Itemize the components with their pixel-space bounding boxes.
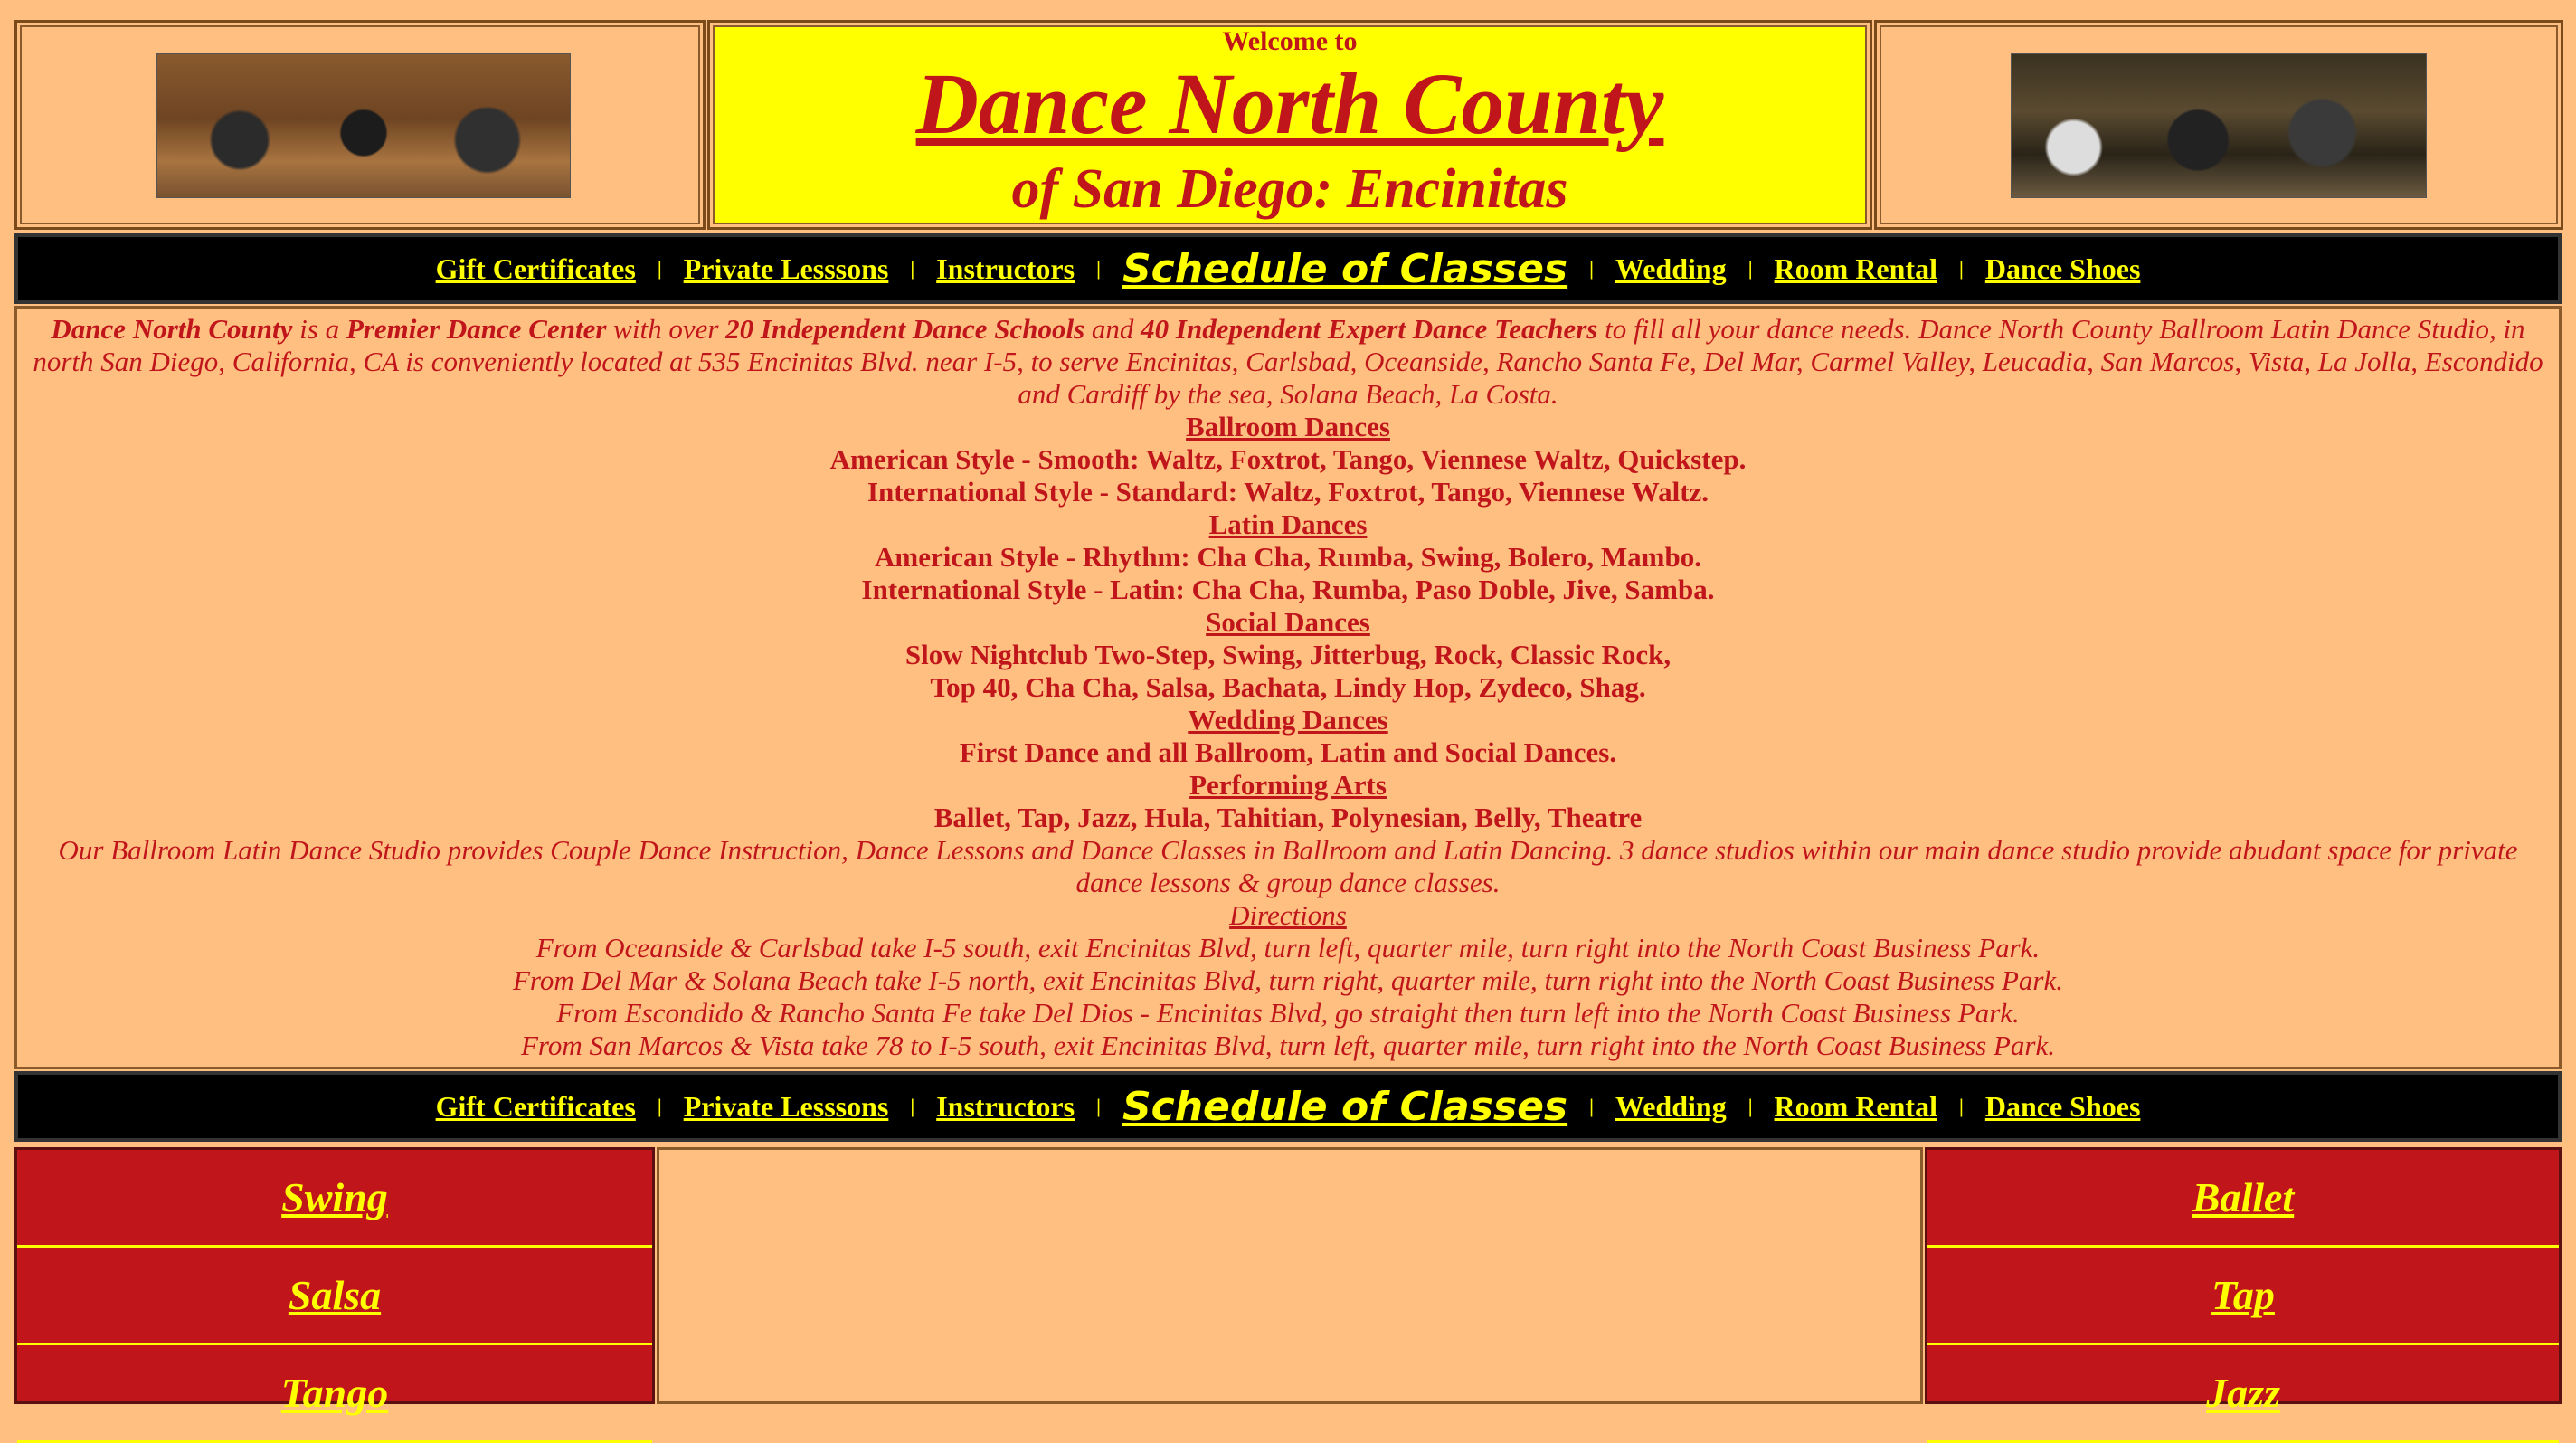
- nav-wedding[interactable]: Wedding: [1610, 252, 1732, 286]
- nav-room-rental[interactable]: Room Rental: [1769, 252, 1943, 286]
- group-photo-left: [156, 53, 571, 198]
- menu-link-tango[interactable]: Tango: [281, 1369, 388, 1417]
- nav-instructors[interactable]: Instructors: [931, 252, 1080, 286]
- nav-separator: |: [1958, 257, 1964, 280]
- menu-link-swing[interactable]: Swing: [281, 1173, 388, 1221]
- nav-schedule-of-classes[interactable]: Schedule of Classes: [1117, 1084, 1573, 1130]
- nav-separator: |: [1589, 257, 1594, 280]
- right-dance-menu: Ballet Tap Jazz: [1925, 1147, 2562, 1443]
- menu-link-salsa[interactable]: Salsa: [289, 1271, 381, 1319]
- wedding-heading[interactable]: Wedding Dances: [17, 704, 2559, 736]
- directions-line-1: From Oceanside & Carlsbad take I-5 south…: [535, 932, 2041, 964]
- menu-cell: Swing: [17, 1150, 652, 1248]
- nav-separator: |: [910, 1095, 915, 1117]
- intro-text-2: with over: [606, 313, 726, 345]
- wedding-line-1: First Dance and all Ballroom, Latin and …: [959, 736, 1617, 768]
- nav-schedule-of-classes[interactable]: Schedule of Classes: [1117, 246, 1573, 292]
- menu-cell: Jazz: [1927, 1345, 2559, 1443]
- menu-link-jazz[interactable]: Jazz: [2206, 1369, 2280, 1417]
- top-nav-bar: Gift Certificates | Private Lesssons | I…: [14, 233, 2562, 304]
- nav-dance-shoes[interactable]: Dance Shoes: [1980, 252, 2146, 286]
- nav-dance-shoes[interactable]: Dance Shoes: [1980, 1090, 2146, 1124]
- nav-separator: |: [657, 257, 662, 280]
- latin-line-1: American Style - Rhythm: Cha Cha, Rumba,…: [875, 541, 1701, 573]
- header-title-cell: Welcome to Dance North County of San Die…: [707, 20, 1872, 230]
- bottom-nav-bar: Gift Certificates | Private Lesssons | I…: [14, 1071, 2562, 1142]
- menu-cell: Ballet: [1927, 1150, 2559, 1248]
- intro-text-1: is a: [292, 313, 346, 345]
- latin-heading[interactable]: Latin Dances: [17, 508, 2559, 541]
- intro-teachers: 40 Independent Expert Dance Teachers: [1141, 313, 1598, 345]
- group-photo-right: [2011, 53, 2427, 198]
- page: Welcome to Dance North County of San Die…: [0, 0, 2576, 1443]
- nav-gift-certificates[interactable]: Gift Certificates: [431, 1090, 641, 1124]
- menu-link-tap[interactable]: Tap: [2211, 1271, 2275, 1319]
- nav-separator: |: [1096, 257, 1101, 280]
- intro-paragraph: Dance North County is a Premier Dance Ce…: [17, 313, 2559, 411]
- directions-line-3: From Escondido & Rancho Santa Fe take De…: [556, 997, 2020, 1029]
- center-content-cell: [657, 1147, 1923, 1404]
- nav-private-lessons[interactable]: Private Lesssons: [678, 252, 895, 286]
- main-content: Dance North County is a Premier Dance Ce…: [14, 306, 2562, 1069]
- menu-cell: Tango: [17, 1345, 652, 1443]
- intro-premier: Premier Dance Center: [346, 313, 607, 345]
- left-dance-menu: Swing Salsa Tango: [14, 1147, 655, 1443]
- ballroom-line-1: American Style - Smooth: Waltz, Foxtrot,…: [829, 443, 1747, 475]
- social-heading[interactable]: Social Dances: [17, 606, 2559, 639]
- nav-separator: |: [1747, 257, 1753, 280]
- intro-schools: 20 Independent Dance Schools: [725, 313, 1085, 345]
- nav-instructors[interactable]: Instructors: [931, 1090, 1080, 1124]
- welcome-text: Welcome to: [1222, 26, 1358, 56]
- nav-separator: |: [1747, 1095, 1753, 1117]
- menu-cell: Tap: [1927, 1248, 2559, 1345]
- social-line-2: Top 40, Cha Cha, Salsa, Bachata, Lindy H…: [930, 671, 1646, 703]
- nav-room-rental[interactable]: Room Rental: [1769, 1090, 1943, 1124]
- social-line-1: Slow Nightclub Two-Step, Swing, Jitterbu…: [904, 639, 1672, 670]
- header-right-cell: [1874, 20, 2563, 230]
- studio-paragraph: Our Ballroom Latin Dance Studio provides…: [58, 834, 2518, 898]
- menu-cell: Salsa: [17, 1248, 652, 1345]
- intro-text-3: and: [1084, 313, 1141, 345]
- nav-separator: |: [1958, 1095, 1964, 1117]
- nav-separator: |: [910, 257, 915, 280]
- ballroom-line-2: International Style - Standard: Waltz, F…: [867, 476, 1709, 508]
- nav-separator: |: [657, 1095, 662, 1117]
- directions-line-2: From Del Mar & Solana Beach take I-5 nor…: [512, 964, 2064, 996]
- nav-gift-certificates[interactable]: Gift Certificates: [431, 252, 641, 286]
- ballroom-heading[interactable]: Ballroom Dances: [17, 411, 2559, 443]
- performing-heading[interactable]: Performing Arts: [17, 769, 2559, 802]
- nav-separator: |: [1589, 1095, 1594, 1117]
- intro-name: Dance North County: [51, 313, 293, 345]
- latin-line-2: International Style - Latin: Cha Cha, Ru…: [861, 574, 1715, 605]
- site-title[interactable]: Dance North County: [710, 61, 1870, 147]
- nav-separator: |: [1096, 1095, 1101, 1117]
- site-subtitle: of San Diego: Encinitas: [1011, 158, 1568, 220]
- nav-wedding[interactable]: Wedding: [1610, 1090, 1732, 1124]
- menu-link-ballet[interactable]: Ballet: [2192, 1173, 2294, 1221]
- directions-line-4: From San Marcos & Vista take 78 to I-5 s…: [521, 1030, 2055, 1061]
- header-left-cell: [14, 20, 706, 230]
- directions-heading[interactable]: Directions: [17, 899, 2559, 932]
- nav-private-lessons[interactable]: Private Lesssons: [678, 1090, 895, 1124]
- performing-line-1: Ballet, Tap, Jazz, Hula, Tahitian, Polyn…: [933, 802, 1643, 833]
